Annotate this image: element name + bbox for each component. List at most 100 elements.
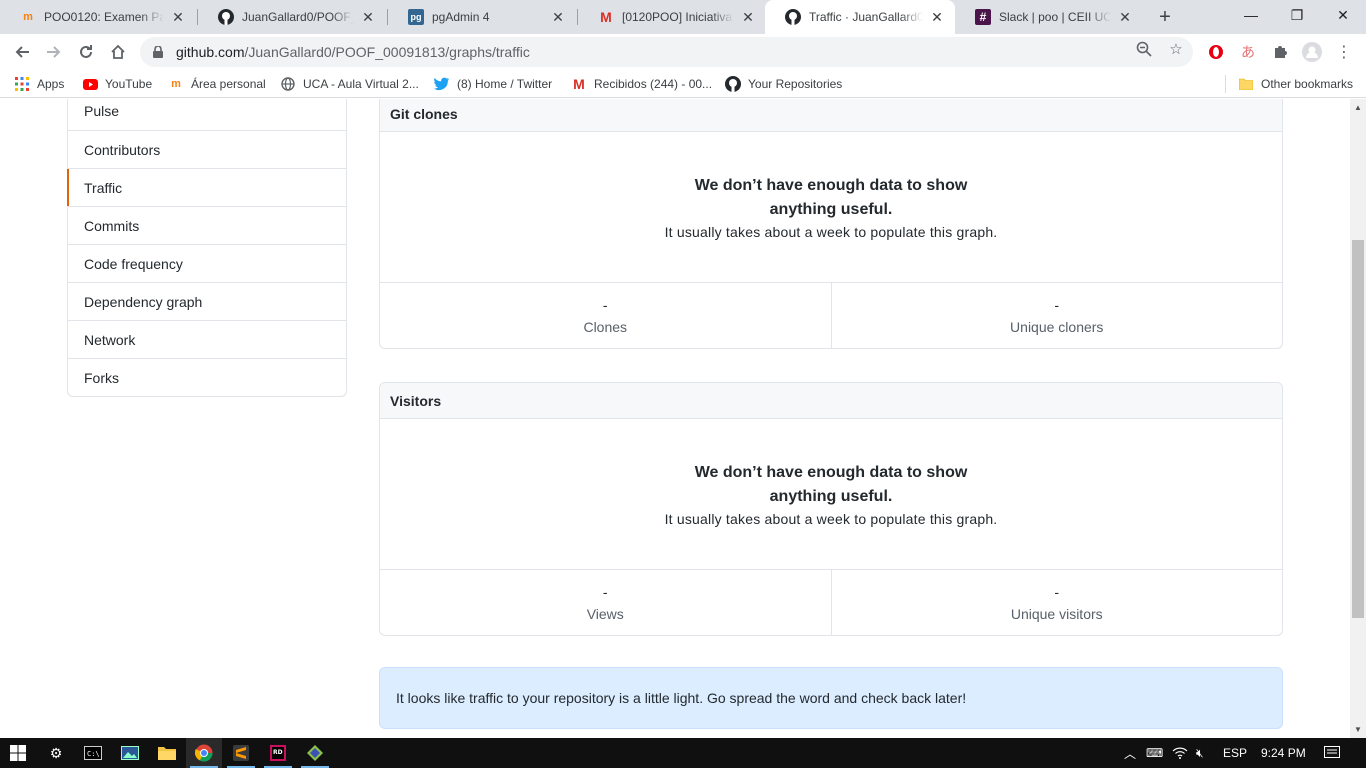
photos-icon[interactable] — [112, 738, 148, 768]
sidebar-item-contributors[interactable]: Contributors — [68, 130, 346, 168]
git-clones-box: Git clones We don’t have enough data to … — [379, 99, 1283, 349]
gitkraken-icon[interactable] — [297, 738, 333, 768]
tab-strip: m POO0120: Examen Parcial ✕ JuanGallard0… — [0, 0, 1366, 34]
new-tab-button[interactable]: + — [1153, 5, 1177, 29]
bookmark-twitter[interactable]: (8) Home / Twitter — [434, 75, 552, 93]
clones-empty-state: We don’t have enough data to show anythi… — [380, 132, 1282, 283]
youtube-icon — [82, 76, 98, 92]
views-label: Views — [586, 605, 624, 622]
page-scrollbar[interactable]: ▲ ▼ — [1350, 99, 1366, 738]
sidebar-item-commits[interactable]: Commits — [68, 206, 346, 244]
insights-sidebar: Pulse Contributors Traffic Commits Code … — [67, 99, 347, 397]
close-icon[interactable]: ✕ — [360, 9, 376, 25]
action-center-icon[interactable] — [1324, 738, 1340, 768]
tab-traffic-active[interactable]: Traffic · JuanGallard0/POOF ✕ — [765, 0, 955, 34]
tab-title: Slack | poo | CEII UCA — [999, 10, 1111, 24]
forward-button[interactable] — [40, 38, 68, 66]
close-icon[interactable]: ✕ — [1117, 9, 1133, 25]
bookmark-label: (8) Home / Twitter — [457, 77, 553, 91]
chrome-menu-icon[interactable]: ⋮ — [1334, 42, 1354, 62]
globe-icon — [280, 76, 296, 92]
bookmark-label: Other bookmarks — [1261, 77, 1354, 91]
unique-cloners-stat: - Unique cloners — [830, 283, 1283, 348]
github-icon — [785, 9, 801, 25]
bookmark-area-personal[interactable]: m Área personal — [168, 75, 266, 93]
tab-github-repo[interactable]: JuanGallard0/POOF_00091813 ✕ — [198, 0, 386, 34]
chrome-taskbar-icon[interactable] — [186, 738, 222, 768]
restore-button[interactable]: ❐ — [1274, 0, 1320, 30]
minimize-button[interactable]: — — [1228, 0, 1274, 30]
sidebar-item-code-frequency[interactable]: Code frequency — [68, 244, 346, 282]
close-window-button[interactable]: ✕ — [1320, 0, 1366, 30]
unique-visitors-label: Unique visitors — [1010, 605, 1103, 622]
sidebar-item-network[interactable]: Network — [68, 320, 346, 358]
other-bookmarks-folder[interactable]: Other bookmarks — [1238, 75, 1353, 93]
low-traffic-flash-message: It looks like traffic to your repository… — [379, 667, 1283, 729]
profile-avatar-icon[interactable] — [1302, 42, 1322, 62]
sidebar-item-label: Traffic — [84, 179, 123, 196]
bookmark-your-repositories[interactable]: Your Repositories — [725, 75, 842, 93]
sidebar-item-traffic[interactable]: Traffic — [67, 168, 346, 206]
wifi-icon[interactable] — [1172, 738, 1188, 768]
sidebar-item-label: Dependency graph — [84, 293, 203, 310]
bookmark-label: Área personal — [191, 77, 266, 91]
tab-pgadmin[interactable]: pg pgAdmin 4 ✕ — [388, 0, 576, 34]
github-icon — [218, 9, 234, 25]
bookmark-label: YouTube — [105, 77, 153, 91]
windows-start-icon[interactable] — [0, 738, 36, 768]
tab-slack[interactable]: # Slack | poo | CEII UCA ✕ — [955, 0, 1143, 34]
opera-extension-icon[interactable] — [1206, 42, 1226, 62]
sublime-text-icon[interactable] — [223, 738, 259, 768]
scroll-down-arrow-icon[interactable]: ▼ — [1350, 721, 1366, 738]
home-button[interactable] — [104, 38, 132, 66]
bookmark-star-icon[interactable]: ☆ — [1168, 41, 1184, 58]
rider-ide-icon[interactable]: RD — [260, 738, 296, 768]
close-icon[interactable]: ✕ — [929, 9, 945, 25]
bookmark-gmail-inbox[interactable]: M Recibidos (244) - 00... — [571, 75, 712, 93]
zoom-icon[interactable] — [1136, 41, 1152, 57]
sidebar-item-label: Contributors — [84, 141, 161, 158]
back-button[interactable] — [8, 38, 36, 66]
github-traffic-page: Pulse Contributors Traffic Commits Code … — [0, 99, 1350, 738]
volume-muted-icon[interactable]: 🔇︎ — [1196, 738, 1204, 768]
bookmark-uca-aula[interactable]: UCA - Aula Virtual 2... — [280, 75, 419, 93]
sidebar-item-pulse[interactable]: Pulse — [68, 99, 346, 130]
tab-title: [0120POO] Iniciativa cambio — [622, 10, 734, 24]
scrollbar-thumb[interactable] — [1352, 240, 1364, 618]
extensions-puzzle-icon[interactable] — [1270, 42, 1290, 62]
url-path: /JuanGallard0/POOF_00091813/graphs/traff… — [244, 44, 530, 60]
apps-grid-icon — [14, 76, 30, 92]
sidebar-item-label: Forks — [84, 369, 119, 386]
moodle-icon: m — [23, 11, 33, 23]
reload-icon — [80, 45, 92, 58]
sidebar-item-forks[interactable]: Forks — [68, 358, 346, 396]
bookmark-apps[interactable]: Apps — [14, 75, 64, 93]
settings-gear-icon[interactable]: ⚙ — [38, 738, 74, 768]
file-explorer-icon[interactable] — [149, 738, 185, 768]
bookmark-youtube[interactable]: YouTube — [82, 75, 152, 93]
sidebar-item-dependency-graph[interactable]: Dependency graph — [68, 282, 346, 320]
clock-time[interactable]: 9:24 PM — [1261, 738, 1306, 768]
close-icon[interactable]: ✕ — [550, 9, 566, 25]
tab-title: pgAdmin 4 — [432, 10, 490, 24]
reload-button[interactable] — [72, 38, 100, 66]
twitter-bird-icon — [434, 76, 450, 92]
address-bar[interactable]: github.com/JuanGallard0/POOF_00091813/gr… — [140, 37, 1193, 67]
network-adapter-icon[interactable]: ⌨ — [1146, 738, 1163, 768]
input-language[interactable]: ESP — [1223, 738, 1247, 768]
close-icon[interactable]: ✕ — [170, 9, 186, 25]
command-prompt-icon[interactable]: C:\ — [75, 738, 111, 768]
gmail-icon: M — [573, 76, 585, 92]
tab-gmail[interactable]: M [0120POO] Iniciativa cambio ✕ — [578, 0, 766, 34]
github-icon — [725, 76, 741, 92]
close-icon[interactable]: ✕ — [740, 9, 756, 25]
sidebar-item-label: Commits — [84, 217, 140, 234]
scroll-up-arrow-icon[interactable]: ▲ — [1350, 99, 1366, 116]
visitors-empty-title: We don’t have enough data to show anythi… — [694, 464, 968, 505]
browser-toolbar: github.com/JuanGallard0/POOF_00091813/gr… — [0, 34, 1366, 70]
home-icon — [111, 44, 125, 59]
show-hidden-icons-chevron-icon[interactable]: ︿ — [1124, 738, 1136, 768]
tab-moodle-exam[interactable]: m POO0120: Examen Parcial ✕ — [0, 0, 196, 34]
bookmarks-bar: Apps YouTube m Área personal UCA - Aula … — [0, 70, 1366, 98]
translate-extension-icon[interactable]: あ — [1238, 42, 1258, 62]
